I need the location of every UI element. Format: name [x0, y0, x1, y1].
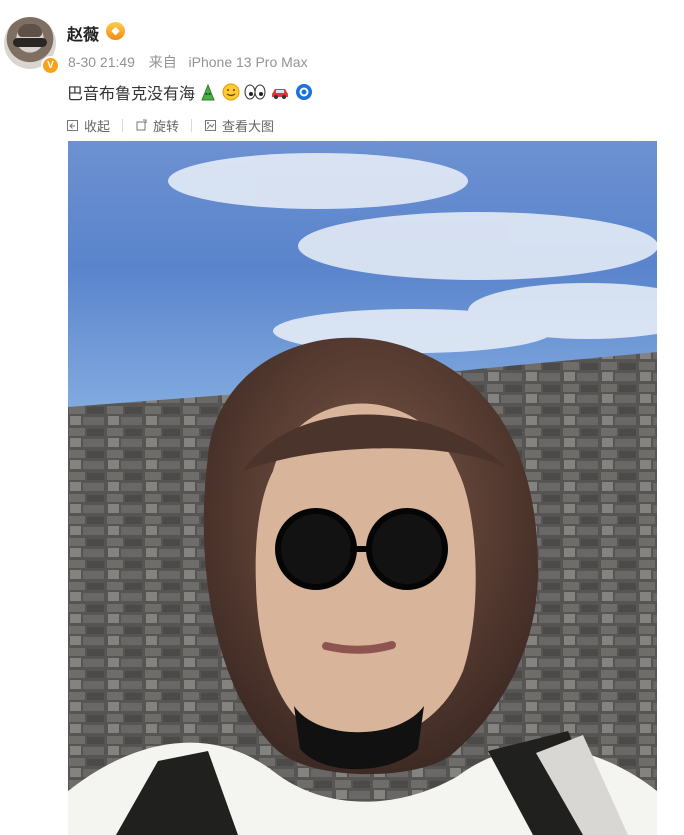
vip-member-icon[interactable]: ◆: [106, 22, 125, 40]
view-large-image-icon: [205, 119, 217, 131]
post-source[interactable]: iPhone 13 Pro Max: [189, 54, 308, 70]
view-large-label: 查看大图: [222, 118, 275, 134]
post-photo[interactable]: [68, 141, 657, 835]
verified-badge-icon: V: [41, 56, 60, 75]
post-meta: 8-30 21:49 来自 iPhone 13 Pro Max: [68, 52, 308, 72]
post-time[interactable]: 8-30 21:49: [68, 54, 135, 70]
car-emoji: [269, 82, 291, 102]
weibo-post: V 赵薇 ◆ 8-30 21:49 来自 iPhone 13 Pro Max 巴…: [0, 0, 684, 835]
blue-ring-emoji: [294, 82, 314, 102]
view-large-button[interactable]: 查看大图: [204, 116, 274, 135]
rotate-icon: [136, 119, 147, 130]
collapse-button[interactable]: 收起: [66, 116, 110, 135]
rotate-label: 旋转: [153, 118, 180, 134]
rotate-button[interactable]: 旋转: [135, 116, 179, 135]
action-divider: [122, 118, 124, 132]
post-text: 巴音布鲁克没有海: [67, 80, 314, 104]
image-actions: 收起 旋转 查看大图: [66, 116, 274, 134]
post-source-prefix: 来自: [148, 54, 177, 70]
collapse-icon: [67, 119, 78, 131]
action-divider: [191, 118, 193, 132]
author-name[interactable]: 赵薇: [67, 21, 99, 45]
collapse-label: 收起: [84, 118, 111, 134]
smile-emoji: [221, 82, 241, 102]
eyes-emoji: [244, 82, 266, 102]
green-face-emoji: [198, 82, 218, 102]
post-text-content: 巴音布鲁克没有海: [67, 86, 196, 103]
